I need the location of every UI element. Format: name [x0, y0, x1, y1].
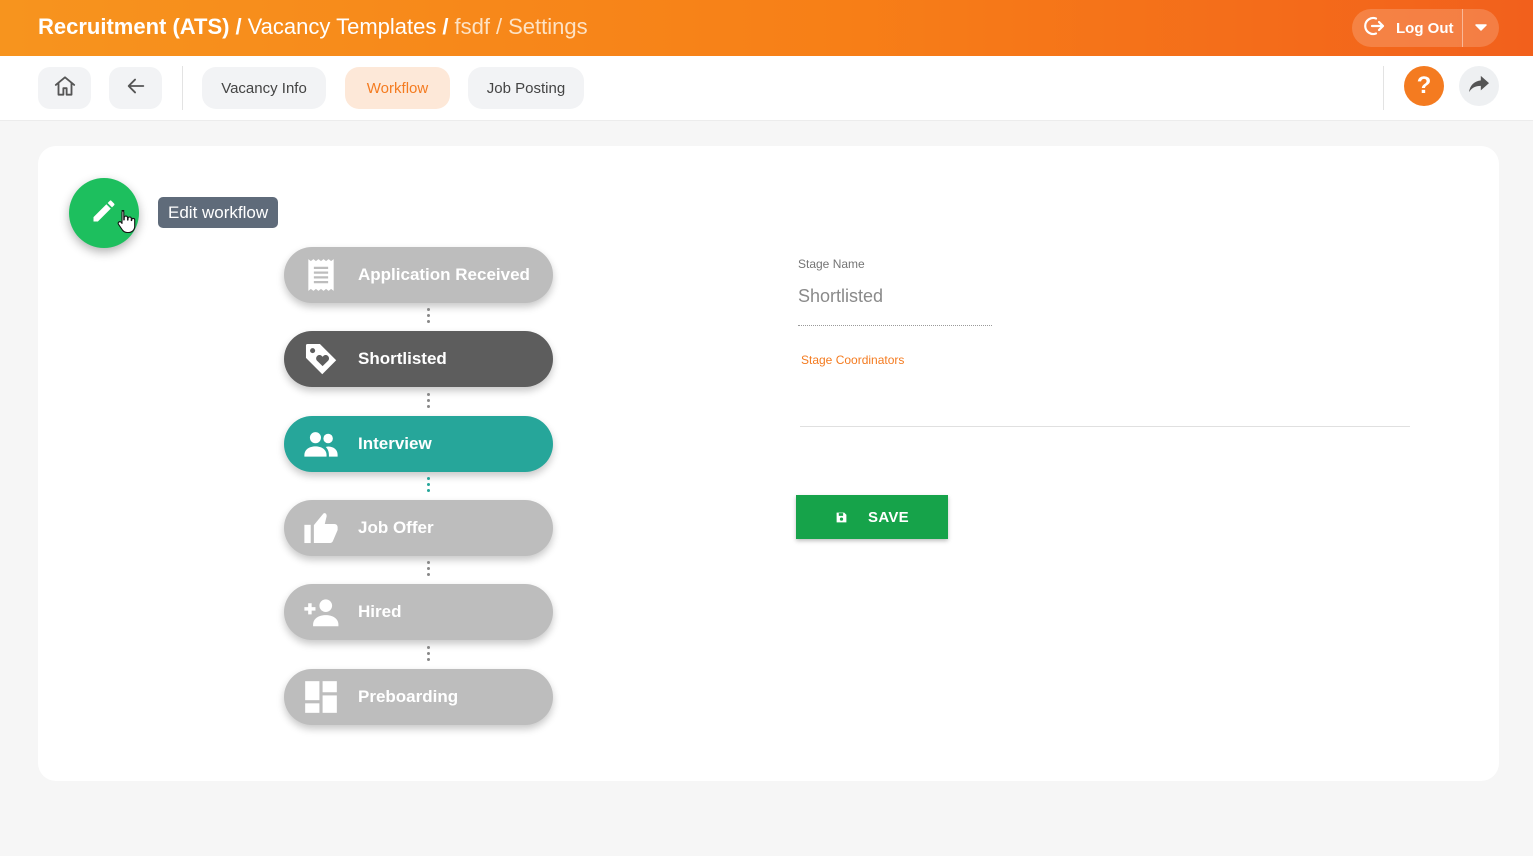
- stage-name-field[interactable]: Shortlisted: [798, 286, 883, 307]
- stage-interview[interactable]: Interview: [284, 416, 553, 472]
- toolbar-divider: [1383, 66, 1384, 110]
- stage-label: Preboarding: [358, 687, 459, 706]
- stage-connector: [426, 393, 430, 409]
- stage-connector: [426, 561, 430, 577]
- breadcrumb-page: Settings: [508, 14, 588, 39]
- workflow-card: [38, 146, 1499, 781]
- stage-job-offer[interactable]: Job Offer: [284, 500, 553, 556]
- stage-connector: [426, 477, 430, 493]
- stage-application-received[interactable]: Application Received: [284, 247, 553, 303]
- stage-shortlisted[interactable]: Shortlisted: [284, 331, 553, 387]
- share-icon: [1468, 74, 1490, 99]
- logout-button[interactable]: Log Out: [1352, 9, 1462, 47]
- share-button[interactable]: [1459, 66, 1499, 106]
- help-icon: ?: [1416, 72, 1432, 99]
- caret-down-icon: [1475, 19, 1487, 37]
- stage-coordinators-input[interactable]: [800, 372, 1410, 424]
- pointer-cursor-icon: [116, 208, 136, 234]
- breadcrumb-section[interactable]: Vacancy Templates: [248, 14, 437, 39]
- tab-vacancy-info[interactable]: Vacancy Info: [202, 67, 326, 109]
- stage-connector: [426, 646, 430, 662]
- logout-icon: [1362, 14, 1386, 43]
- stage-coordinators-underline: [800, 426, 1410, 427]
- stage-hired[interactable]: Hired: [284, 584, 553, 640]
- user-menu-dropdown[interactable]: [1463, 9, 1499, 47]
- toolbar: Vacancy Info Workflow Job Posting ?: [0, 56, 1533, 121]
- breadcrumb-separator: /: [495, 14, 503, 39]
- stage-name-underline: [798, 325, 992, 326]
- breadcrumb-module[interactable]: Recruitment (ATS): [38, 14, 230, 39]
- stage-coordinators-label: Stage Coordinators: [801, 353, 905, 367]
- arrow-left-icon: [125, 75, 147, 102]
- stage-label: Job Offer: [358, 518, 434, 537]
- stage-label: Application Received: [358, 265, 530, 284]
- thumbs-up-icon: [284, 500, 358, 556]
- tab-job-posting[interactable]: Job Posting: [468, 67, 584, 109]
- pencil-icon: [90, 197, 118, 230]
- back-button[interactable]: [109, 67, 162, 109]
- tab-workflow[interactable]: Workflow: [345, 67, 450, 109]
- edit-workflow-tooltip: Edit workflow: [158, 197, 279, 228]
- stage-connector: [426, 308, 430, 324]
- floppy-disk-icon: [836, 512, 847, 522]
- stage-label: Hired: [358, 602, 402, 621]
- logout-button-group: Log Out: [1352, 9, 1499, 47]
- help-button[interactable]: ?: [1404, 66, 1444, 106]
- toolbar-divider: [182, 66, 183, 110]
- logout-label: Log Out: [1396, 19, 1454, 37]
- breadcrumb-separator: /: [235, 14, 242, 39]
- stage-label: Interview: [358, 434, 432, 453]
- stage-preboarding[interactable]: Preboarding: [284, 669, 553, 725]
- dashboard-icon: [284, 669, 358, 725]
- breadcrumb-separator: /: [442, 14, 449, 39]
- receipt-icon: [284, 247, 358, 303]
- save-label: SAVE: [868, 508, 909, 526]
- home-icon: [52, 73, 78, 104]
- save-button[interactable]: SAVE: [796, 495, 948, 539]
- stage-label: Shortlisted: [358, 349, 447, 368]
- people-icon: [284, 416, 358, 472]
- person-add-icon: [284, 584, 358, 640]
- breadcrumb: Recruitment (ATS) / Vacancy Templates / fsdf…: [38, 14, 588, 40]
- app-header: Recruitment (ATS) / Vacancy Templates / fsdf…: [0, 0, 1533, 56]
- home-button[interactable]: [38, 67, 91, 109]
- tag-heart-icon: [284, 331, 358, 387]
- stage-name-label: Stage Name: [798, 257, 865, 271]
- breadcrumb-item[interactable]: fsdf: [454, 14, 489, 39]
